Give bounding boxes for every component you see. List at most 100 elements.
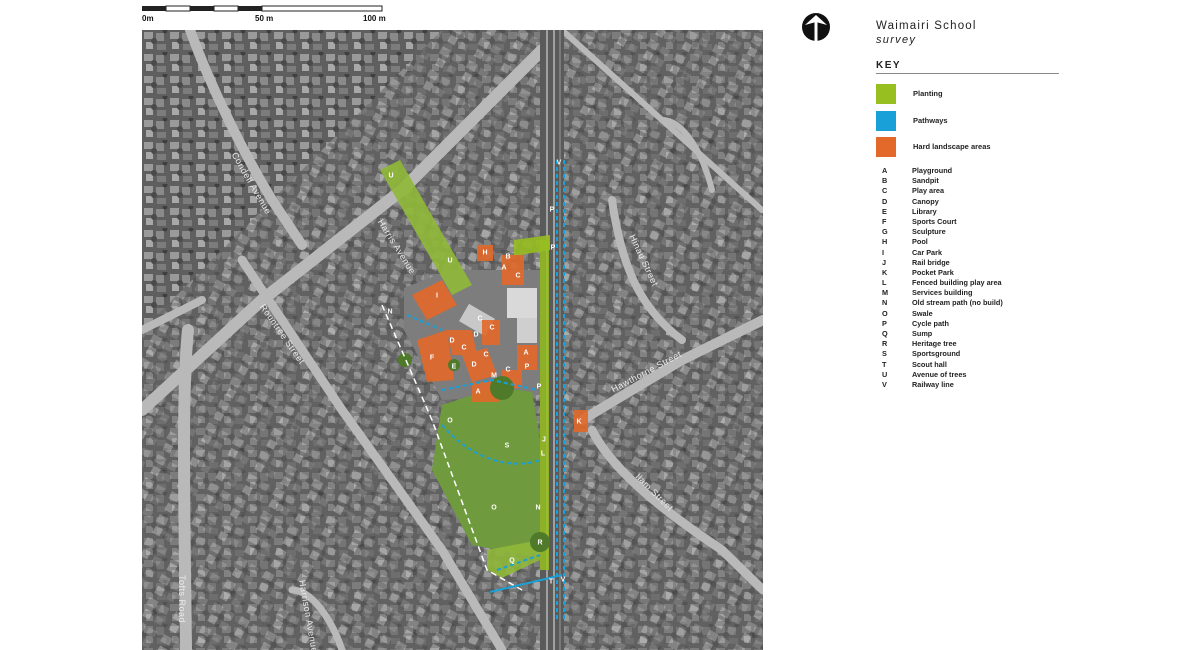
key-item: A Playground	[882, 166, 1082, 176]
key-item: R Heritage tree	[882, 339, 1082, 349]
zone-label-i: I	[436, 292, 438, 300]
scale-label-0: 0m	[142, 14, 154, 23]
key-name: Canopy	[912, 196, 939, 206]
key-item: H Pool	[882, 237, 1082, 247]
key-name: Heritage tree	[912, 339, 957, 349]
zone-label-k: K	[576, 418, 582, 426]
key-name: Car Park	[912, 247, 943, 257]
zone-label-c-5: C	[483, 351, 489, 359]
key-name: Services building	[912, 288, 973, 298]
key-code: Q	[882, 329, 888, 338]
key-item: E Library	[882, 207, 1082, 217]
key-code: P	[882, 318, 887, 328]
zone-label-e: E	[451, 363, 457, 371]
key-item: P Cycle path	[882, 319, 1082, 329]
key-code: D	[882, 196, 888, 206]
key-item: F Sports Court	[882, 217, 1082, 227]
key-name: Old stream path (no build)	[912, 298, 1003, 308]
key-item: U Avenue of trees	[882, 370, 1082, 380]
key-name: Rail bridge	[912, 257, 950, 267]
zone-label-a-3: A	[475, 388, 481, 396]
map-subtitle: survey	[876, 34, 917, 46]
key-name: Sports Court	[912, 216, 957, 226]
key-heading: KEY	[876, 60, 902, 71]
key-item: D Canopy	[882, 197, 1082, 207]
key-name: Railway line	[912, 379, 954, 389]
key-name: Playground	[912, 166, 953, 175]
key-name: Sandpit	[912, 176, 939, 186]
zone-label-f: F	[429, 354, 435, 362]
zone-label-v-north: V	[556, 159, 562, 167]
zone-label-o-1: O	[447, 417, 453, 425]
key-name: Sportsground	[912, 349, 961, 359]
key-item: Q Sump	[882, 329, 1082, 339]
zone-label-d-1: D	[449, 337, 455, 345]
key-code: G	[882, 227, 888, 237]
key-code: R	[882, 339, 888, 349]
zone-label-u-south: U	[447, 257, 453, 265]
zone-label-d-3: D	[471, 361, 477, 369]
zone-label-a-1: A	[501, 264, 507, 272]
key-name: Library	[912, 206, 937, 216]
zone-label-a-2: A	[523, 349, 529, 357]
key-code: B	[882, 176, 888, 186]
zone-label-l: L	[540, 450, 546, 458]
key-item: O Swale	[882, 309, 1082, 319]
key-code: H	[882, 237, 888, 247]
zone-label-n-north: N	[387, 308, 393, 316]
key-code: A	[882, 166, 888, 175]
key-name: Scout hall	[912, 359, 947, 369]
zone-label-h: H	[482, 249, 488, 257]
zone-label-v-south: V	[560, 576, 566, 584]
pathways-swatch	[876, 111, 896, 131]
key-code: U	[882, 369, 888, 379]
key-code: O	[882, 308, 888, 318]
zone-label-p-2: P	[536, 383, 542, 391]
zone-label-d-2: D	[473, 331, 479, 339]
hard-landscape-swatch	[876, 137, 896, 157]
key-code: E	[882, 206, 887, 216]
key-code: I	[882, 247, 885, 257]
zone-label-c-1: C	[515, 272, 521, 280]
zone-label-n-south: N	[535, 504, 541, 512]
key-name: Cycle path	[912, 318, 949, 328]
zone-label-m: M	[491, 372, 497, 380]
zone-label-c-3: C	[489, 324, 495, 332]
key-item: B Sandpit	[882, 176, 1082, 186]
zone-label-c-2: C	[477, 315, 483, 323]
key-item: K Pocket Park	[882, 268, 1082, 278]
zone-label-b: B	[505, 253, 511, 261]
key-item: L Fenced building play area	[882, 278, 1082, 288]
planting-swatch	[876, 84, 896, 104]
key-code: N	[882, 298, 888, 308]
key-code: K	[882, 267, 888, 277]
zone-label-q: Q	[509, 557, 515, 565]
zone-label-o-2: O	[491, 504, 497, 512]
key-name: Sculpture	[912, 227, 946, 237]
zone-label-p-3: P	[549, 206, 555, 214]
key-code: T	[882, 359, 887, 369]
zone-label-t: T	[548, 578, 554, 586]
key-name: Pool	[912, 237, 928, 247]
key-item: C Play area	[882, 186, 1082, 196]
scale-label-50: 50 m	[255, 14, 274, 23]
zone-label-u-north: U	[388, 172, 394, 180]
key-code: S	[882, 349, 887, 359]
key-code: V	[882, 379, 887, 389]
key-code: F	[882, 216, 887, 226]
key-name: Fenced building play area	[912, 278, 1002, 288]
key-item: N Old stream path (no build)	[882, 298, 1082, 308]
swatch-label-pathways: Pathways	[913, 116, 948, 125]
zone-label-r: R	[537, 539, 543, 547]
road-label-tofts: Tofts Road	[177, 575, 187, 624]
zone-label-j: J	[542, 436, 546, 444]
key-name: Pocket Park	[912, 267, 954, 277]
key-item: J Rail bridge	[882, 258, 1082, 268]
scale-bar: 0m 50 m 100 m	[142, 4, 387, 24]
key-item: S Sportsground	[882, 349, 1082, 359]
key-code: J	[882, 257, 887, 267]
swatch-label-planting: Planting	[913, 89, 943, 98]
key-item: M Services building	[882, 288, 1082, 298]
aerial-map[interactable]: Condell Avenue Harris Avenue Rountree St…	[142, 30, 763, 650]
key-name: Sump	[912, 329, 933, 338]
